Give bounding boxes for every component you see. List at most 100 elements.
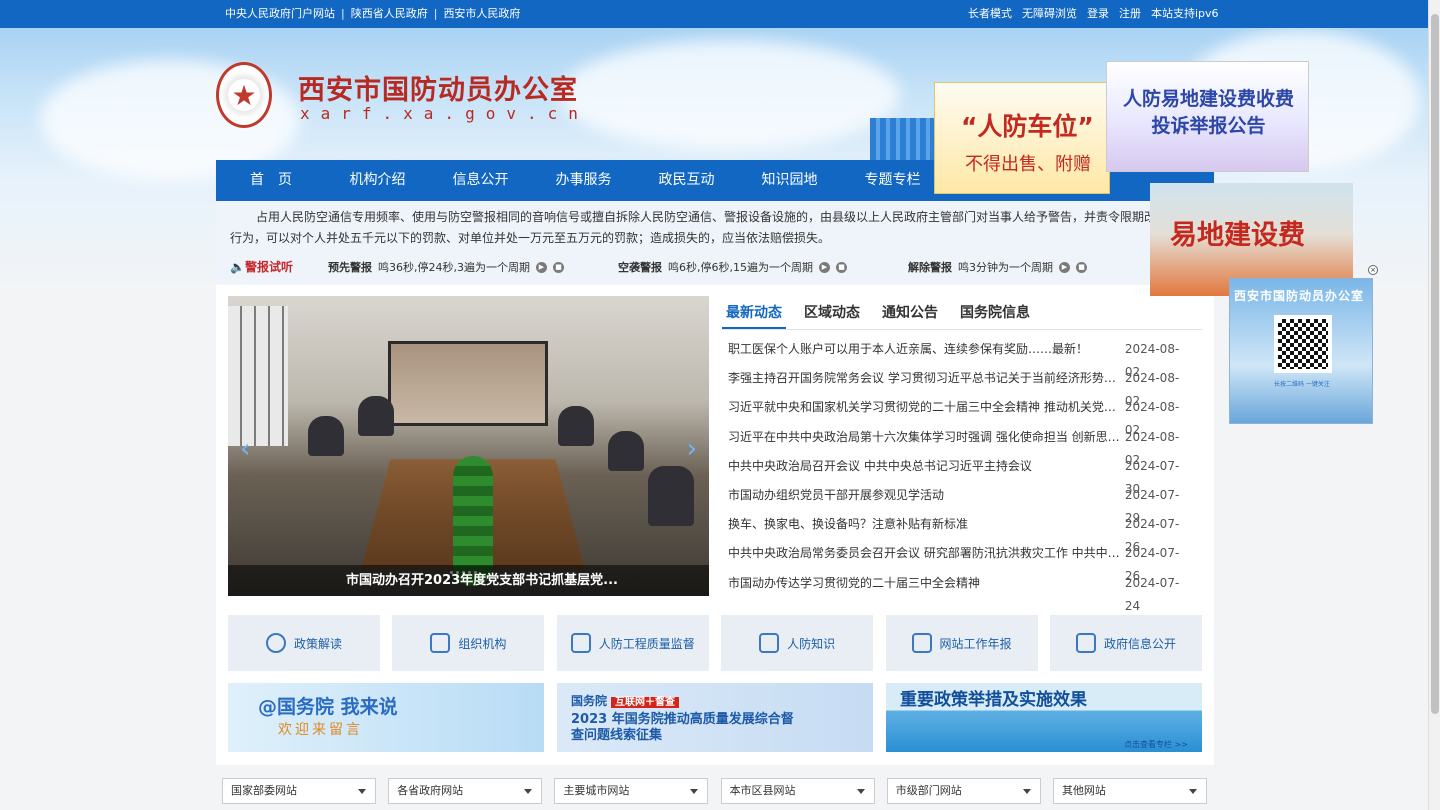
nav-about[interactable]: 机构介绍 <box>326 160 429 201</box>
news-title[interactable]: 换车、换家电、换设备吗？注意补贴有新标准 <box>728 513 1125 542</box>
news-title[interactable]: 中共中央政治局召开会议 中共中央总书记习近平主持会议 <box>728 455 1125 484</box>
qrcode-image <box>1274 315 1332 373</box>
news-date: 2024-07-26 <box>1124 517 1180 555</box>
alarm-air: 空袭警报 鸣6秒,停6秒,15遍为一个周期 ▶ ■ <box>618 257 908 278</box>
banner-subtext: 欢迎来留言 <box>278 722 363 738</box>
window-decoration <box>228 306 288 446</box>
notice-text: 占用人民防空通信专用频率、使用与防空警报相同的音响信号或擅自拆除人民防空通信、警… <box>230 210 1193 245</box>
banner-more-link[interactable]: 点击查看专栏 >> <box>1124 739 1188 750</box>
tab-state-council[interactable]: 国务院信息 <box>956 296 1034 329</box>
news-item: 习近平就中央和国家机关学习贯彻党的二十届三中全会精神 推动机关党建高质量发展20… <box>728 396 1194 437</box>
accessibility-link[interactable]: 无障碍浏览 <box>1022 0 1077 28</box>
float-ad-qrcode[interactable]: 西安市国防动员办公室 长按二维码 一键关注 <box>1229 278 1373 424</box>
banner-policy-effects[interactable]: 重要政策举措及实施效果 点击查看专栏 >> <box>886 683 1202 752</box>
separator: | <box>433 7 438 20</box>
news-title[interactable]: 职工医保个人账户可以用于本人近亲属、连续参保有奖励……最新！ <box>728 338 1125 367</box>
news-date: 2024-08-02 <box>1124 371 1180 409</box>
nav-interaction[interactable]: 政民互动 <box>635 160 738 201</box>
close-icon[interactable]: × <box>1368 265 1378 275</box>
main-content: ‹ › 市国动办召开2023年度党支部书记抓基层党... 最新动态 区域动态 通… <box>216 285 1214 765</box>
float-ad-parking[interactable]: “人防车位” 不得出售、附赠 <box>934 82 1110 194</box>
emblem-logo[interactable]: ★ <box>216 62 272 128</box>
alarm-desc: 鸣3分钟为一个周期 <box>958 261 1053 274</box>
quick-organization[interactable]: 组织机构 <box>392 615 545 671</box>
select-districts[interactable]: 本市区县网站 <box>720 778 875 804</box>
elder-mode-link[interactable]: 长者模式 <box>968 0 1012 28</box>
news-date: 2024-08-02 <box>1124 429 1180 467</box>
stop-icon[interactable]: ■ <box>553 262 564 273</box>
select-cities[interactable]: 主要城市网站 <box>554 778 709 804</box>
nav-services[interactable]: 办事服务 <box>532 160 635 201</box>
notice-panel: 占用人民防空通信专用频率、使用与防空警报相同的音响信号或擅自拆除人民防空通信、警… <box>216 201 1214 285</box>
quick-gov-info[interactable]: 政府信息公开 <box>1049 615 1202 671</box>
news-title[interactable]: 习近平在中共中央政治局第十六次集体学习时强调 强化使命担当 创新思路举措 <box>728 426 1125 455</box>
nav-home[interactable]: 首 页 <box>216 160 326 201</box>
stop-icon[interactable]: ■ <box>1076 262 1087 273</box>
float-ad-complaint[interactable]: 人防易地建设费收费 投诉举报公告 <box>1106 61 1309 172</box>
news-tabs: 最新动态 区域动态 通知公告 国务院信息 <box>722 296 1202 330</box>
news-title[interactable]: 市国动办组织党员干部开展参观见学活动 <box>728 484 1125 513</box>
select-ministries[interactable]: 国家部委网站 <box>222 778 376 804</box>
play-icon[interactable]: ▶ <box>536 262 547 273</box>
news-list: 职工医保个人账户可以用于本人近亲属、连续参保有奖励……最新！ 2024-08-02… <box>728 338 1194 613</box>
news-date: 2024-07-30 <box>1124 458 1180 496</box>
link-central-gov[interactable]: 中央人民政府门户网站 <box>225 0 335 28</box>
tab-latest[interactable]: 最新动态 <box>722 296 786 329</box>
alarm-name: 解除警报 <box>908 261 952 274</box>
slider-next-icon[interactable]: › <box>687 434 697 464</box>
book-icon <box>759 633 780 653</box>
play-icon[interactable]: ▶ <box>819 262 830 273</box>
tab-notices[interactable]: 通知公告 <box>878 296 942 329</box>
quick-annual-report[interactable]: 网站工作年报 <box>885 615 1038 671</box>
alarm-title: 🔈警报试听 <box>230 260 293 274</box>
link-shaanxi-gov[interactable]: 陕西省人民政府 <box>351 0 428 28</box>
play-icon[interactable]: ▶ <box>1059 262 1070 273</box>
skyline-decoration <box>870 118 940 160</box>
quick-engineering-supervision[interactable]: 人防工程质量监督 <box>556 615 709 671</box>
news-title[interactable]: 中共中央政治局常务委员会召开会议 研究部署防汛抗洪救灾工作 中共中央总书记习近平… <box>728 542 1125 571</box>
site-title: 西安市国防动员办公室 <box>298 75 578 106</box>
ipv6-badge: 本站支持ipv6 <box>1151 7 1219 20</box>
news-title[interactable]: 李强主持召开国务院常务会议 学习贯彻习近平总书记关于当前经济形势和经济工作的重要… <box>728 367 1125 396</box>
slider-caption[interactable]: 市国动办召开2023年度党支部书记抓基层党... <box>228 565 709 596</box>
slider-prev-icon[interactable]: ‹ <box>240 434 250 464</box>
select-others[interactable]: 其他网站 <box>1052 778 1207 804</box>
person <box>358 396 394 436</box>
ad-text: 易地建设费 <box>1170 220 1305 251</box>
ad-text: “人防车位” <box>961 112 1094 141</box>
person-icon <box>265 633 286 653</box>
nav-info-public[interactable]: 信息公开 <box>429 160 532 201</box>
alarm-name: 预先警报 <box>328 261 372 274</box>
quick-links: 政策解读 组织机构 人防工程质量监督 人防知识 网站工作年报 政府信息公开 <box>228 615 1202 671</box>
nav-topics[interactable]: 专题专栏 <box>841 160 944 201</box>
person <box>608 431 644 471</box>
login-link[interactable]: 登录 <box>1087 0 1109 28</box>
banner-message[interactable]: @国务院 我来说 欢迎来留言 <box>228 683 544 752</box>
news-title[interactable]: 习近平就中央和国家机关学习贯彻党的二十届三中全会精神 推动机关党建高质量发展 <box>728 396 1125 425</box>
tab-regional[interactable]: 区域动态 <box>800 296 864 329</box>
banner-brand: 国务院 互联网＋督查 <box>571 692 680 709</box>
banner-text: 2023 年国务院推动高质量发展综合督查问题线索征集 <box>571 712 794 743</box>
banner-row: @国务院 我来说 欢迎来留言 国务院 互联网＋督查 2023 年国务院推动高质量发… <box>228 683 1202 752</box>
quick-knowledge[interactable]: 人防知识 <box>721 615 874 671</box>
news-title[interactable]: 市国动办传达学习贯彻党的二十届三中全会精神 <box>728 572 1125 601</box>
select-provinces[interactable]: 各省政府网站 <box>388 778 543 804</box>
select-departments[interactable]: 市级部门网站 <box>886 778 1041 804</box>
stop-icon[interactable]: ■ <box>836 262 847 273</box>
banner-supervision[interactable]: 国务院 互联网＋督查 2023 年国务院推动高质量发展综合督查问题线索征集 <box>557 683 873 752</box>
register-link[interactable]: 注册 <box>1119 0 1141 28</box>
projector-screen <box>388 341 548 426</box>
nav-knowledge[interactable]: 知识园地 <box>738 160 841 201</box>
quick-policy-interpretation[interactable]: 政策解读 <box>228 615 380 671</box>
news-item: 习近平在中共中央政治局第十六次集体学习时强调 强化使命担当 创新思路举措 2024… <box>728 426 1194 467</box>
alarm-pre: 预先警报 鸣36秒,停24秒,3遍为一个周期 ▶ ■ <box>328 257 618 278</box>
person <box>648 466 694 526</box>
link-xian-gov[interactable]: 西安市人民政府 <box>443 0 520 28</box>
banner-text: 重要政策举措及实施效果 <box>900 690 1087 710</box>
news-item: 市国动办传达学习贯彻党的二十届三中全会精神 2024-07-24 <box>728 572 1194 613</box>
news-item: 中共中央政治局召开会议 中共中央总书记习近平主持会议 2024-07-30 <box>728 455 1194 496</box>
news-date: 2024-07-26 <box>1124 546 1180 584</box>
page-scrollbar[interactable] <box>1428 0 1440 810</box>
scrollbar-thumb[interactable] <box>1431 14 1439 714</box>
photo-slider[interactable]: ‹ › 市国动办召开2023年度党支部书记抓基层党... <box>228 296 709 596</box>
